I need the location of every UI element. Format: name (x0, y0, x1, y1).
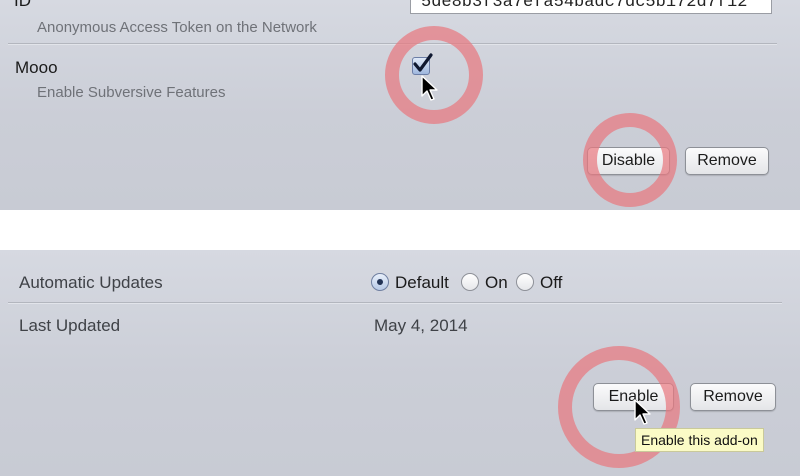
setting-label: Mooo (15, 58, 58, 77)
radio-on[interactable] (461, 273, 479, 291)
divider (8, 302, 782, 303)
setting-description: Enable Subversive Features (37, 84, 226, 101)
enable-tooltip: Enable this add-on (635, 428, 764, 452)
remove-button[interactable]: Remove (690, 383, 776, 411)
radio-off-label[interactable]: Off (540, 273, 562, 293)
last-updated-label: Last Updated (19, 316, 121, 335)
last-updated-value: May 4, 2014 (374, 316, 468, 335)
radio-off[interactable] (516, 273, 534, 291)
update-options-group: Default On Off (370, 271, 610, 295)
id-description: Anonymous Access Token on the Network (37, 19, 317, 36)
automatic-updates-label: Automatic Updates (19, 273, 163, 292)
radio-default[interactable] (371, 273, 389, 291)
remove-button[interactable]: Remove (685, 147, 769, 175)
radio-default-label[interactable]: Default (395, 273, 449, 293)
radio-on-label[interactable]: On (485, 273, 508, 293)
radio-selected-dot (377, 279, 383, 285)
id-label: ID (14, 0, 31, 10)
addon-preferences-panel: ID 5de8b3f3a7efa54badc7dc5b172d7f12 Anon… (0, 0, 800, 210)
id-field[interactable]: 5de8b3f3a7efa54badc7dc5b172d7f12 (410, 0, 772, 14)
addon-details-panel: Automatic Updates Default On Off Last Up… (0, 250, 800, 476)
highlight-ring (583, 113, 677, 207)
mouse-cursor-icon (421, 75, 438, 101)
mouse-cursor-icon (634, 399, 651, 425)
divider (8, 43, 777, 44)
